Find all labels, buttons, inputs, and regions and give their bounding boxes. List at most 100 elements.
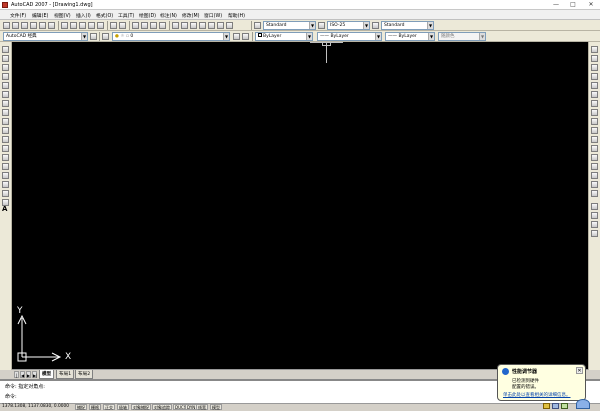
- make-block-icon[interactable]: [2, 154, 9, 161]
- model-space-toggle[interactable]: 模型: [210, 404, 222, 410]
- design-center-icon[interactable]: [181, 22, 188, 29]
- make-object-layer-current-icon[interactable]: [233, 33, 240, 40]
- otrack-toggle[interactable]: 对象追踪: [152, 404, 172, 410]
- array-icon[interactable]: [591, 82, 598, 89]
- menu-file[interactable]: 文件(F): [10, 12, 26, 19]
- break-at-point-icon[interactable]: [591, 145, 598, 152]
- new-icon[interactable]: [3, 22, 10, 29]
- chamfer-icon[interactable]: [591, 172, 598, 179]
- workspace-settings-icon[interactable]: [90, 33, 97, 40]
- multiline-text-icon[interactable]: A: [2, 205, 7, 213]
- workspace-select[interactable]: AutoCAD 经典 ▼: [3, 32, 88, 41]
- mirror-icon[interactable]: [591, 64, 598, 71]
- menu-window[interactable]: 窗口(W): [204, 12, 222, 19]
- circle-icon[interactable]: [2, 100, 9, 107]
- help-icon[interactable]: [226, 22, 233, 29]
- rectangle-icon[interactable]: [2, 82, 9, 89]
- tab-first-icon[interactable]: |◀: [14, 371, 19, 385]
- linetype-select[interactable]: —— ByLayer ▼: [317, 32, 382, 41]
- menu-help[interactable]: 帮助(H): [228, 12, 245, 19]
- cut-icon[interactable]: [61, 22, 68, 29]
- zoom-previous-icon[interactable]: [159, 22, 166, 29]
- annotation-icon[interactable]: [561, 403, 568, 409]
- ellipse-icon[interactable]: [2, 127, 9, 134]
- menu-dimension[interactable]: 标注(N): [160, 12, 177, 19]
- tab-layout2[interactable]: 布局2: [75, 370, 94, 379]
- table-style-select[interactable]: Standard ▼: [381, 21, 434, 30]
- dim-style-select[interactable]: ISO-25 ▼: [327, 21, 370, 30]
- close-button[interactable]: ✕: [583, 0, 599, 10]
- layer-manager-icon[interactable]: [102, 33, 109, 40]
- tab-next-icon[interactable]: ▶: [26, 371, 31, 378]
- quickcalc-icon[interactable]: [217, 22, 224, 29]
- text-style-icon[interactable]: [254, 22, 261, 29]
- join-icon[interactable]: [591, 163, 598, 170]
- rotate-icon[interactable]: [591, 100, 598, 107]
- sheet-set-icon[interactable]: [199, 22, 206, 29]
- menu-edit[interactable]: 编辑(E): [32, 12, 48, 19]
- construction-line-icon[interactable]: [2, 55, 9, 62]
- snap-toggle[interactable]: 捕捉: [75, 404, 87, 410]
- properties-icon[interactable]: [172, 22, 179, 29]
- lock-icon[interactable]: [543, 403, 550, 409]
- zoom-realtime-icon[interactable]: [141, 22, 148, 29]
- tab-layout1[interactable]: 布局1: [56, 370, 75, 379]
- polar-toggle[interactable]: 极轴: [117, 404, 129, 410]
- send-to-back-icon[interactable]: [591, 221, 598, 228]
- draw-order-icon[interactable]: [591, 203, 598, 210]
- color-select[interactable]: ByLayer ▼: [255, 32, 313, 41]
- menu-modify[interactable]: 修改(M): [182, 12, 199, 19]
- drawing-canvas[interactable]: Y X: [12, 42, 588, 369]
- line-icon[interactable]: [2, 46, 9, 53]
- break-icon[interactable]: [591, 154, 598, 161]
- menu-view[interactable]: 视图(V): [54, 12, 71, 19]
- tab-prev-icon[interactable]: ◀: [20, 371, 25, 378]
- match-properties-icon[interactable]: [88, 22, 95, 29]
- menu-format[interactable]: 格式(O): [96, 12, 113, 19]
- spline-icon[interactable]: [2, 118, 9, 125]
- tool-palettes-icon[interactable]: [190, 22, 197, 29]
- menu-draw[interactable]: 绘图(D): [139, 12, 156, 19]
- ellipse-arc-icon[interactable]: [2, 136, 9, 143]
- tab-last-icon[interactable]: ▶|: [32, 371, 37, 378]
- publish-icon[interactable]: [48, 22, 55, 29]
- undo-icon[interactable]: [110, 22, 117, 29]
- gradient-icon[interactable]: [2, 181, 9, 188]
- offset-icon[interactable]: [591, 73, 598, 80]
- layer-select[interactable]: ● ☼ ▫ 0 ▼: [112, 32, 230, 41]
- region-icon[interactable]: [2, 190, 9, 197]
- print-icon[interactable]: [30, 22, 37, 29]
- polyline-icon[interactable]: [2, 64, 9, 71]
- grid-toggle[interactable]: 栅格: [89, 404, 101, 410]
- scale-icon[interactable]: [591, 109, 598, 116]
- lineweight-toggle[interactable]: 线宽: [196, 404, 208, 410]
- trim-icon[interactable]: [591, 127, 598, 134]
- menu-tools[interactable]: 工具(T): [118, 12, 134, 19]
- stretch-icon[interactable]: [591, 118, 598, 125]
- bring-to-front-icon[interactable]: [591, 212, 598, 219]
- arc-icon[interactable]: [2, 91, 9, 98]
- redo-icon[interactable]: [119, 22, 126, 29]
- open-icon[interactable]: [12, 22, 19, 29]
- explode-icon[interactable]: [591, 190, 598, 197]
- erase-icon[interactable]: [591, 46, 598, 53]
- osnap-toggle[interactable]: 对象捕捉: [131, 404, 151, 410]
- fillet-icon[interactable]: [591, 181, 598, 188]
- bring-above-icon[interactable]: [591, 230, 598, 237]
- ortho-toggle[interactable]: 正交: [103, 404, 115, 410]
- clean-screen-icon[interactable]: [576, 399, 590, 409]
- table-style-icon[interactable]: [372, 22, 379, 29]
- paste-icon[interactable]: [79, 22, 86, 29]
- block-editor-icon[interactable]: [97, 22, 104, 29]
- extend-icon[interactable]: [591, 136, 598, 143]
- zoom-window-icon[interactable]: [150, 22, 157, 29]
- text-style-select[interactable]: Standard ▼: [263, 21, 316, 30]
- save-icon[interactable]: [21, 22, 28, 29]
- copy-object-icon[interactable]: [591, 55, 598, 62]
- minimize-button[interactable]: —: [548, 0, 564, 10]
- revcloud-icon[interactable]: [2, 109, 9, 116]
- maximize-button[interactable]: □: [565, 0, 581, 10]
- tab-model[interactable]: 模型: [39, 370, 55, 379]
- command-prompt[interactable]: 命令:: [5, 393, 17, 400]
- print-preview-icon[interactable]: [39, 22, 46, 29]
